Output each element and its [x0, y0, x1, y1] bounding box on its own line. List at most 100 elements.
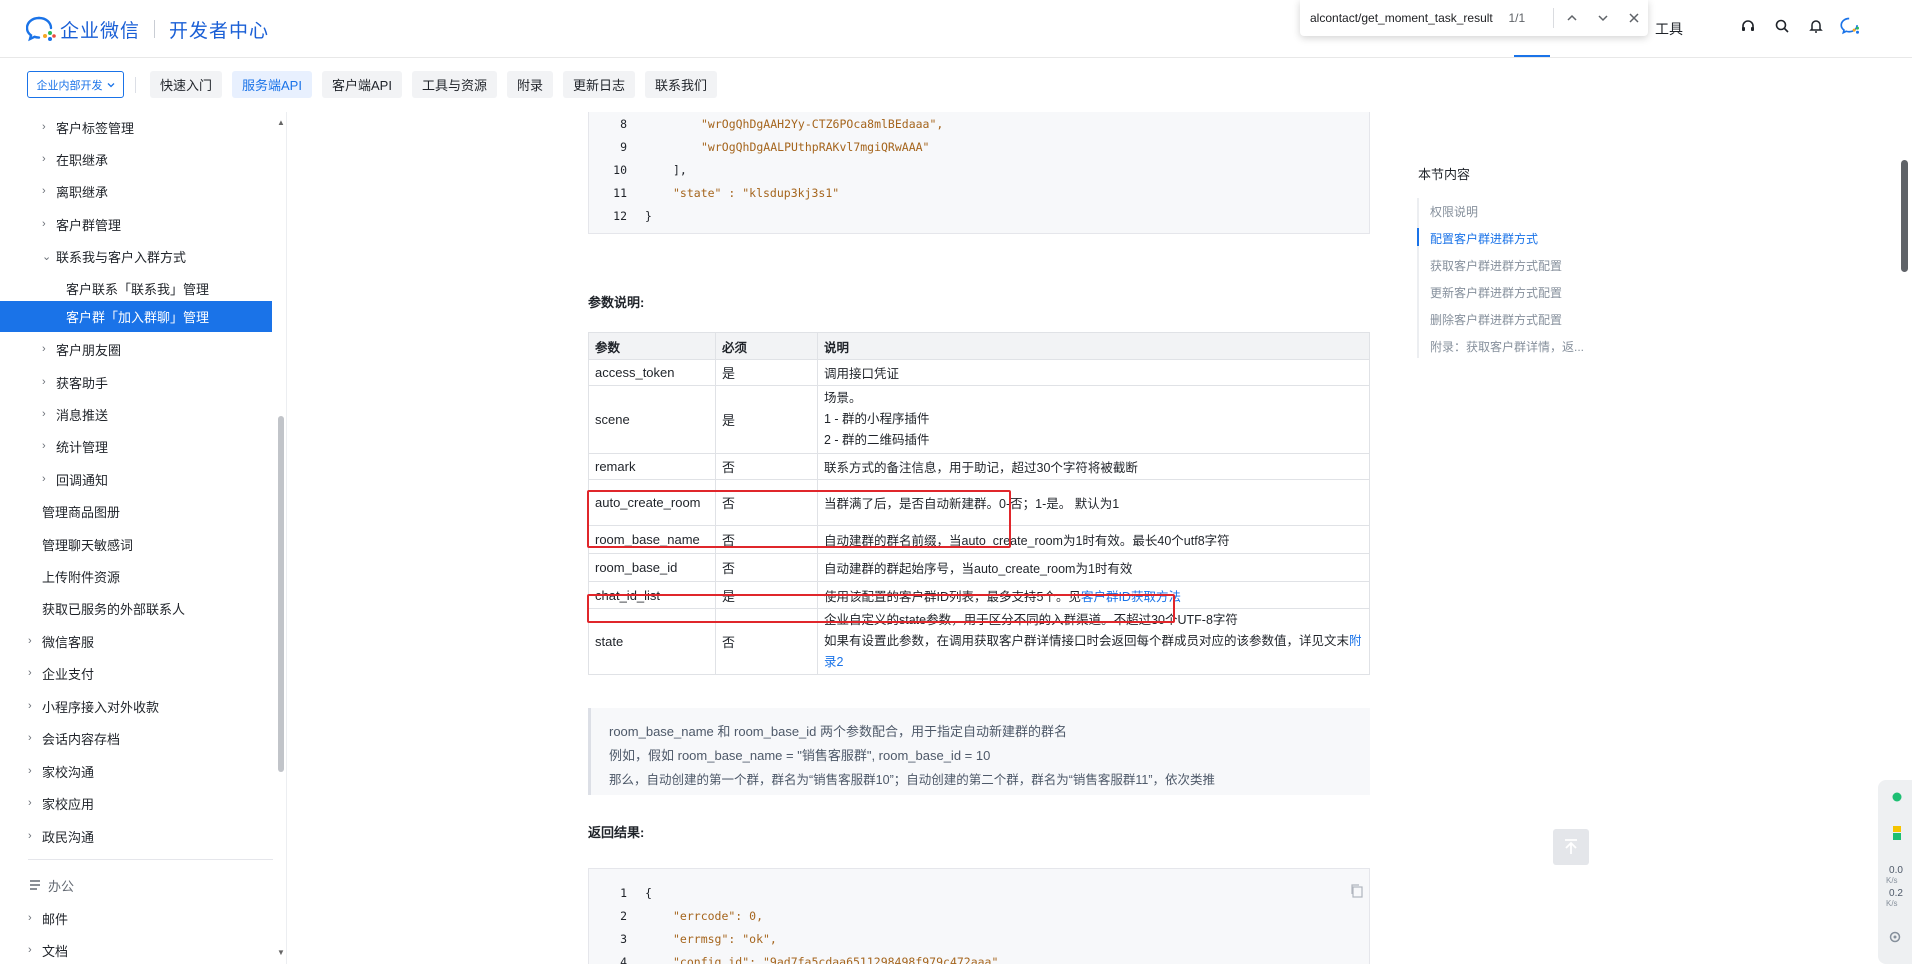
- sidebar-item[interactable]: › 会话内容存档: [28, 724, 120, 752]
- sidebar-item[interactable]: › 客户朋友圈: [42, 335, 121, 363]
- sidebar-item[interactable]: 获取已服务的外部联系人: [42, 594, 185, 622]
- sidebar-item[interactable]: › 文档: [28, 936, 68, 964]
- wecom-logo-icon: [25, 16, 56, 42]
- tab-appendix[interactable]: 附录: [506, 71, 553, 98]
- sidebar-item-label: 获取已服务的外部联系人: [42, 601, 186, 617]
- sidebar-item-label: 家校沟通: [42, 764, 95, 780]
- param-desc: 调用接口凭证: [817, 359, 1370, 386]
- param-desc: 自动建群的群起始序号，当auto_create_room为1时有效: [817, 553, 1370, 582]
- sidebar-item[interactable]: 客户联系「联系我」管理: [66, 274, 209, 302]
- sidebar-item[interactable]: ⌄ 联系我与客户入群方式: [42, 242, 186, 270]
- code-text: "state" : "klsdup3kj3s1": [673, 185, 840, 200]
- sidebar-item[interactable]: › 离职继承: [42, 177, 108, 205]
- sidebar-item-active[interactable]: 客户群「加入群聊」管理: [0, 301, 272, 332]
- office-list-icon: [30, 880, 40, 890]
- sidebar-item[interactable]: 管理聊天敏感词: [42, 530, 133, 558]
- back-to-top-button[interactable]: [1553, 829, 1589, 865]
- toc-item[interactable]: 权限说明: [1430, 203, 1478, 220]
- chevron-right-icon: ›: [42, 408, 46, 420]
- chevron-right-icon: ›: [42, 153, 46, 165]
- chevron-right-icon: ›: [42, 343, 46, 355]
- find-previous-button[interactable]: [1558, 4, 1585, 32]
- sidebar-scroll-down-icon[interactable]: ▼: [276, 948, 286, 957]
- toc-item[interactable]: 删除客户群进群方式配置: [1430, 311, 1562, 328]
- find-query-input[interactable]: alcontact/get_moment_task_result: [1310, 11, 1502, 25]
- param-required: 否: [715, 553, 818, 582]
- brand-logo[interactable]: 企业微信 开发者中心: [25, 14, 269, 44]
- sidebar-item-label: 客户群管理: [56, 217, 122, 233]
- sidebar-item-label: 统计管理: [56, 439, 109, 455]
- dev-type-dropdown[interactable]: 企业内部开发: [27, 71, 124, 98]
- sidebar-item[interactable]: › 客户群管理: [42, 210, 121, 238]
- top-header: 企业微信 开发者中心 alcontact/get_moment_task_res…: [0, 0, 1912, 58]
- user-avatar-icon[interactable]: [1840, 16, 1860, 36]
- code-text: "errcode": 0,: [673, 908, 764, 923]
- main-content: 8 "wrOgQhDgAAH2Yy-CTZ6POca8mlBEdaaa", 9 "w…: [288, 112, 1398, 964]
- code-line: 10],: [589, 158, 687, 181]
- sidebar-item[interactable]: › 家校应用: [28, 789, 94, 817]
- sidebar-item[interactable]: › 回调通知: [42, 465, 108, 493]
- nav-divider: [135, 77, 136, 93]
- sidebar-item[interactable]: › 小程序接入对外收款: [28, 692, 159, 720]
- sidebar-item[interactable]: › 企业支付: [28, 659, 94, 687]
- chevron-right-icon: ›: [42, 440, 46, 452]
- tab-tools-resources[interactable]: 工具与资源: [411, 71, 497, 98]
- sidebar-item[interactable]: › 邮件: [28, 904, 68, 932]
- page-scrollbar[interactable]: [1901, 160, 1908, 272]
- toc-item-active[interactable]: 配置客户群进群方式: [1430, 230, 1538, 247]
- tab-server-api[interactable]: 服务端API: [232, 71, 312, 98]
- sidebar-item-label: 在职继承: [56, 152, 109, 168]
- sidebar-divider: [28, 859, 273, 860]
- sidebar-item[interactable]: › 消息推送: [42, 400, 108, 428]
- sidebar-item-label: 会话内容存档: [42, 731, 121, 747]
- sidebar-nav: › 客户标签管理 › 在职继承 › 离职继承 › 客户群管理 ⌄ 联系我与客户入群方式 客…: [0, 112, 287, 964]
- notification-bell-icon[interactable]: [1806, 16, 1826, 36]
- tab-client-api[interactable]: 客户端API: [321, 71, 402, 98]
- find-close-button[interactable]: [1621, 4, 1648, 32]
- sidebar-item[interactable]: › 微信客服: [28, 627, 94, 655]
- sidebar-scrollbar[interactable]: [278, 416, 284, 772]
- sidebar-item-label: 客户群「加入群聊」管理: [66, 310, 210, 325]
- param-desc: 联系方式的备注信息，用于助记，超过30个字符将被截断: [817, 453, 1370, 480]
- upload-unit: K/s: [1886, 876, 1898, 885]
- sidebar-group-office[interactable]: 办公: [28, 871, 74, 899]
- highlight-auto-create-room: [587, 490, 1011, 548]
- code-text: "wrOgQhDgAAH2Yy-CTZ6POca8mlBEdaaa",: [701, 116, 944, 131]
- sidebar-item[interactable]: › 客户标签管理: [42, 113, 134, 141]
- tab-contact-us[interactable]: 联系我们: [645, 71, 718, 98]
- tab-changelog[interactable]: 更新日志: [562, 71, 635, 98]
- find-next-button[interactable]: [1590, 4, 1617, 32]
- param-name: remark: [588, 453, 716, 480]
- chevron-right-icon: ›: [28, 700, 32, 712]
- chevron-right-icon: ›: [28, 765, 32, 777]
- chevron-down-icon: [107, 82, 114, 87]
- col-header: 说明: [817, 332, 1370, 360]
- toc-item[interactable]: 获取客户群进群方式配置: [1430, 257, 1562, 274]
- sidebar-item[interactable]: › 政民沟通: [28, 822, 94, 850]
- sidebar-item[interactable]: 管理商品图册: [42, 497, 120, 525]
- sidebar-scroll-up-icon[interactable]: ▲: [276, 118, 286, 127]
- chevron-right-icon: ›: [28, 797, 32, 809]
- param-name: access_token: [588, 359, 716, 386]
- sidebar-item[interactable]: › 获客助手: [42, 368, 108, 396]
- toc-item[interactable]: 附录：获取客户群详情，返...: [1430, 338, 1584, 355]
- upload-speed: 0.0: [1889, 865, 1903, 876]
- toc-item[interactable]: 更新客户群进群方式配置: [1430, 284, 1562, 301]
- sidebar-item[interactable]: › 在职继承: [42, 145, 108, 173]
- chevron-down-icon: ⌄: [42, 250, 52, 263]
- line-number: 2: [620, 908, 627, 923]
- search-icon[interactable]: [1772, 16, 1792, 36]
- sidebar-group-label: 办公: [48, 878, 75, 894]
- sidebar-item[interactable]: 上传附件资源: [42, 562, 120, 590]
- sidebar-item-label: 回调通知: [56, 472, 109, 488]
- table-row: access_token 是 调用接口凭证: [588, 359, 1370, 386]
- sidebar-item[interactable]: › 家校沟通: [28, 757, 94, 785]
- gear-icon[interactable]: [1888, 930, 1902, 944]
- top-icon-group: [1738, 16, 1860, 36]
- support-headset-icon[interactable]: [1738, 16, 1758, 36]
- tab-quickstart[interactable]: 快速入门: [150, 71, 223, 98]
- top-nav-tools[interactable]: 工具: [1655, 19, 1683, 39]
- sidebar-item[interactable]: › 统计管理: [42, 432, 108, 460]
- code-text: "wrOgQhDgAALPUthpRAKvl7mgiQRwAAA": [701, 139, 930, 154]
- copy-code-button[interactable]: [1349, 883, 1365, 899]
